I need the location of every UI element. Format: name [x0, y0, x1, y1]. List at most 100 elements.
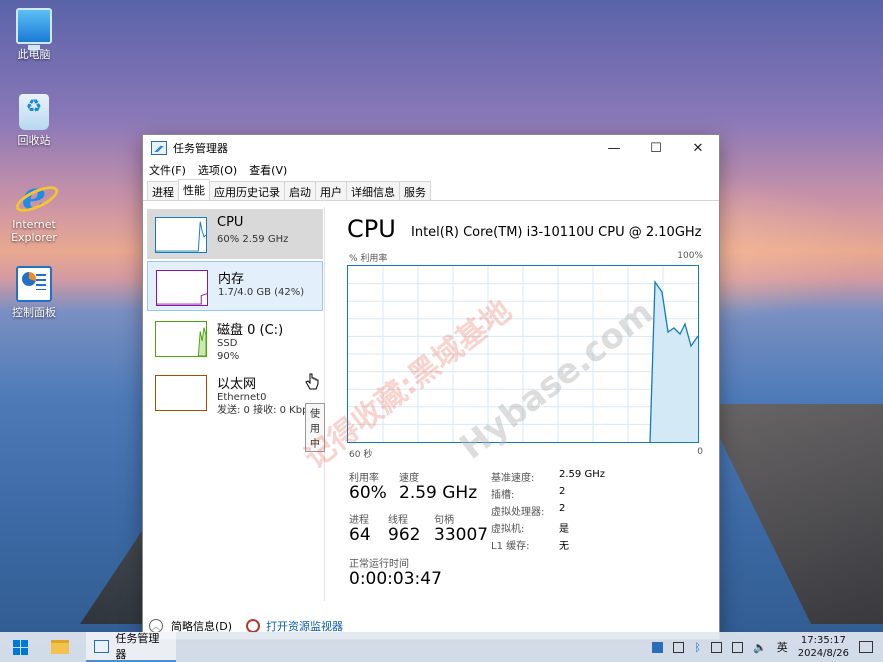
clock[interactable]: 17:35:17 2024/8/26 — [798, 634, 849, 660]
uptime-label: 正常运行时间 — [349, 559, 409, 570]
maximize-button[interactable]: ☐ — [635, 135, 677, 161]
detail-key: 插槽: — [491, 490, 515, 501]
computer-icon — [16, 8, 52, 50]
graph-label-max: 100% — [677, 251, 703, 261]
menu-file[interactable]: 文件(F) — [149, 162, 186, 178]
detail-value: 2.59 GHz — [559, 469, 605, 480]
tray-device-icon[interactable] — [673, 641, 685, 653]
uptime-value: 0:00:03:47 — [349, 569, 442, 589]
desktop-icon-label: Internet Explorer — [11, 218, 57, 244]
tab-startup[interactable]: 启动 — [284, 181, 316, 200]
hand-cursor-icon — [305, 373, 319, 390]
sidebar-item-disk[interactable]: 磁盘 0 (C:) SSD 90% — [147, 313, 323, 363]
task-manager-icon — [151, 141, 167, 155]
tray-display-icon[interactable] — [711, 641, 723, 653]
sidebar-item-label: 以太网 — [217, 377, 257, 392]
resource-sidebar: CPU 60% 2.59 GHz 内存 1.7/4.0 GB (42%) 磁盘 … — [145, 207, 325, 601]
system-tray: ᛒ 🔈 英 17:35:17 2024/8/26 — [652, 632, 883, 662]
sidebar-item-ethernet[interactable]: 以太网 Ethernet0 发送: 0 接收: 0 Kbps — [147, 367, 323, 417]
sidebar-item-detail: Ethernet0 发送: 0 接收: 0 Kbps — [217, 392, 314, 416]
window-title: 任务管理器 — [173, 142, 228, 155]
sidebar-item-memory[interactable]: 内存 1.7/4.0 GB (42%) — [147, 261, 323, 311]
title-bar[interactable]: 任务管理器 — ☐ ✕ — [143, 135, 719, 161]
sidebar-item-label: CPU — [217, 215, 244, 230]
axis-label-left: 60 秒 — [349, 450, 373, 460]
tooltip: 使用中 — [305, 403, 325, 452]
detail-key: 虚拟机: — [491, 524, 525, 535]
sidebar-item-detail: 1.7/4.0 GB (42%) — [218, 287, 305, 298]
cpu-model: Intel(R) Core(TM) i3-10110U CPU @ 2.10GH… — [411, 225, 702, 240]
tab-app-history[interactable]: 应用历史记录 — [209, 181, 285, 200]
detail-key: 基准速度: — [491, 473, 535, 484]
ime-indicator[interactable]: 英 — [777, 639, 788, 655]
cpu-thumbnail-graph — [155, 217, 207, 253]
speed-value: 2.59 GHz — [399, 483, 478, 503]
axis-label-right: 0 — [697, 447, 703, 457]
taskbar-task-label: 任务管理器 — [115, 632, 160, 661]
handles-label: 句柄 — [434, 515, 454, 526]
menu-bar: 文件(F) 选项(O) 查看(V) — [143, 161, 719, 179]
task-manager-icon — [94, 639, 110, 653]
graph-label-utilization: % 利用率 — [349, 254, 388, 264]
resource-monitor-icon — [246, 619, 261, 633]
page-title: CPU — [347, 215, 396, 243]
tab-processes[interactable]: 进程 — [147, 181, 179, 200]
control-panel-icon — [16, 266, 52, 302]
tab-bar: 进程 性能 应用历史记录 启动 用户 详细信息 服务 — [143, 179, 719, 201]
tab-users[interactable]: 用户 — [315, 181, 347, 200]
bluetooth-icon[interactable]: ᛒ — [694, 641, 701, 654]
tab-details[interactable]: 详细信息 — [346, 181, 400, 200]
detail-key: 虚拟处理器: — [491, 507, 545, 518]
folder-icon — [51, 640, 69, 654]
desktop-icon-this-pc[interactable]: 此电脑 — [6, 8, 62, 61]
cpu-detail-panel: CPU Intel(R) Core(TM) i3-10110U CPU @ 2.… — [347, 207, 707, 601]
detail-value: 无 — [559, 541, 569, 552]
start-button[interactable] — [0, 632, 40, 662]
sidebar-item-detail: SSD 90% — [217, 338, 240, 362]
sidebar-item-cpu[interactable]: CPU 60% 2.59 GHz — [147, 209, 323, 259]
handles-value: 33007 — [434, 525, 489, 545]
taskbar-task-manager[interactable]: 任务管理器 — [86, 632, 176, 662]
threads-value: 962 — [388, 525, 421, 545]
disk-thumbnail-graph — [155, 321, 207, 357]
threads-label: 线程 — [388, 515, 408, 526]
taskbar: 任务管理器 ᛒ 🔈 英 17:35:17 2024/8/26 — [0, 632, 883, 662]
menu-options[interactable]: 选项(O) — [198, 162, 237, 178]
speed-label: 速度 — [399, 473, 419, 484]
detail-value: 2 — [559, 503, 566, 514]
processes-value: 64 — [349, 525, 371, 545]
utilization-label: 利用率 — [349, 473, 379, 484]
clock-date: 2024/8/26 — [797, 648, 849, 659]
volume-icon[interactable]: 🔈 — [753, 641, 767, 654]
detail-value: 2 — [559, 486, 566, 497]
ie-icon: e — [16, 177, 52, 215]
network-icon[interactable] — [732, 641, 744, 653]
close-button[interactable]: ✕ — [677, 135, 719, 161]
desktop-icon-label: 回收站 — [17, 134, 51, 147]
clock-time: 17:35:17 — [800, 635, 846, 646]
file-explorer-button[interactable] — [40, 632, 80, 662]
menu-view[interactable]: 查看(V) — [249, 162, 287, 178]
detail-value: 是 — [559, 524, 569, 535]
ethernet-thumbnail-graph — [155, 375, 207, 411]
memory-thumbnail-graph — [156, 270, 208, 306]
tab-performance[interactable]: 性能 — [178, 179, 210, 200]
desktop-icon-label: 控制面板 — [12, 306, 56, 319]
detail-key: L1 缓存: — [491, 541, 530, 552]
tab-services[interactable]: 服务 — [399, 181, 431, 200]
tray-app-icon[interactable] — [652, 641, 664, 653]
desktop-icon-control-panel[interactable]: 控制面板 — [6, 266, 62, 319]
recycle-bin-icon — [19, 94, 49, 130]
minimize-button[interactable]: — — [593, 135, 635, 161]
task-manager-window: 任务管理器 — ☐ ✕ 文件(F) 选项(O) 查看(V) 进程 性能 应用历史… — [142, 134, 720, 640]
cpu-usage-graph — [347, 265, 699, 443]
windows-logo-icon — [12, 639, 28, 655]
notification-icon[interactable] — [859, 641, 873, 653]
sidebar-item-detail: 60% 2.59 GHz — [217, 234, 289, 245]
pier-decoration — [703, 404, 883, 624]
sidebar-item-label: 磁盘 0 (C:) — [217, 323, 284, 338]
desktop-icon-internet-explorer[interactable]: e Internet Explorer — [6, 177, 62, 245]
processes-label: 进程 — [349, 515, 369, 526]
desktop-icon-recycle-bin[interactable]: 回收站 — [6, 94, 62, 147]
utilization-value: 60% — [349, 483, 387, 503]
